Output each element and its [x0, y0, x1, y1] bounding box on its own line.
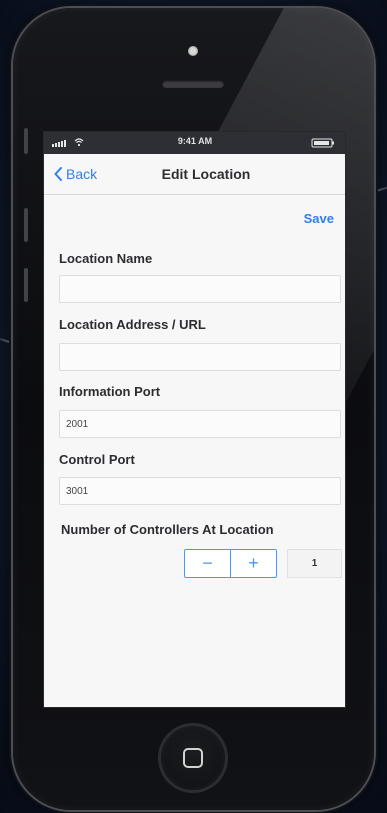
- information-port-label: Information Port: [59, 384, 161, 399]
- stepper-plus-button[interactable]: +: [231, 550, 276, 577]
- location-name-input[interactable]: [59, 275, 341, 303]
- stepper-minus-button[interactable]: −: [185, 550, 230, 577]
- controllers-label: Number of Controllers At Location: [61, 522, 274, 537]
- home-button[interactable]: [161, 726, 225, 790]
- page-title: Edit Location: [161, 166, 251, 182]
- location-name-label: Location Name: [59, 251, 153, 266]
- volume-up-button: [24, 208, 28, 242]
- controllers-stepper[interactable]: − +: [184, 549, 277, 578]
- location-address-input[interactable]: [59, 343, 341, 371]
- phone-screen: 9:41 AM Back Edit Location Save Location…: [43, 131, 346, 708]
- battery-icon: [311, 138, 334, 148]
- save-button[interactable]: Save: [304, 211, 334, 226]
- signal-icon: [52, 140, 66, 147]
- phone-mockup: 9:41 AM Back Edit Location Save Location…: [13, 8, 374, 810]
- chevron-left-icon: [54, 167, 62, 181]
- front-camera-icon: [188, 46, 198, 56]
- back-label: Back: [66, 166, 98, 182]
- location-address-label: Location Address / URL: [59, 317, 206, 332]
- control-port-label: Control Port: [59, 452, 135, 467]
- control-port-input[interactable]: [59, 477, 341, 505]
- earpiece-speaker: [162, 80, 224, 88]
- controller-count-value: 1: [287, 549, 342, 578]
- back-button[interactable]: Back: [54, 164, 97, 184]
- navigation-bar: Back Edit Location: [44, 154, 345, 195]
- status-time: 9:41 AM: [177, 136, 213, 146]
- wifi-icon: [74, 138, 84, 147]
- volume-down-button: [24, 268, 28, 302]
- status-bar: 9:41 AM: [44, 132, 345, 154]
- information-port-input[interactable]: [59, 410, 341, 438]
- home-button-icon: [183, 748, 203, 768]
- mute-switch: [24, 128, 28, 154]
